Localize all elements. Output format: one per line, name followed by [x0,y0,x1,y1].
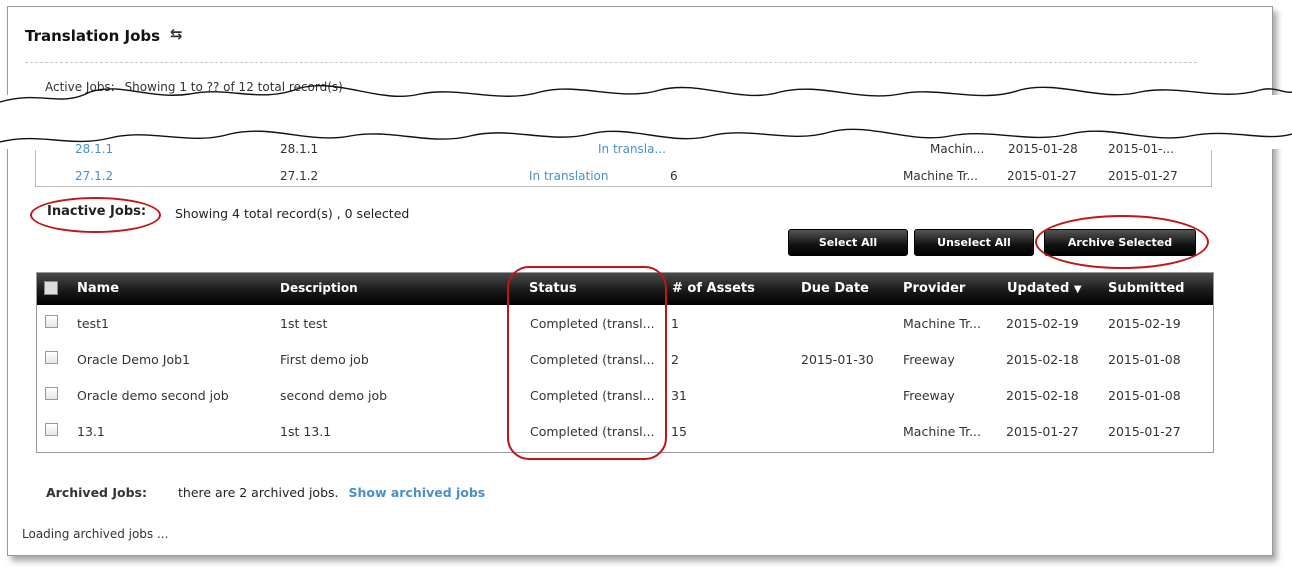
job-status-link[interactable]: Completed (transl... [530,352,655,367]
job-updated: 2015-01-27 [1006,424,1079,439]
job-description: 1st 13.1 [280,424,332,439]
job-provider: Machine Tr... [903,316,982,331]
active-job-description: 27.1.2 [280,169,319,183]
active-table-border-left [35,150,36,187]
job-submitted: 2015-01-08 [1108,352,1181,367]
archived-jobs-count: there are 2 archived jobs. [178,485,339,500]
column-assets[interactable]: # of Assets [672,281,755,296]
refresh-icon[interactable]: ⇆ [170,25,183,43]
job-due-date: 2015-01-30 [801,352,874,367]
job-submitted: 2015-02-19 [1108,316,1181,331]
job-provider: Machine Tr... [903,424,982,439]
job-assets: 2 [671,352,679,367]
loading-status: Loading archived jobs ... [22,527,169,541]
column-submitted[interactable]: Submitted [1108,281,1184,296]
active-job-assets: 6 [670,169,678,183]
job-description: First demo job [280,352,369,367]
active-table-bottom-border [35,186,1211,187]
show-archived-jobs-link[interactable]: Show archived jobs [348,485,485,500]
active-job-status[interactable]: In translation [529,169,608,183]
divider [25,62,1197,63]
job-name-link[interactable]: test1 [77,316,109,331]
table-header: Name Description Status # of Assets Due … [37,273,1213,305]
job-updated: 2015-02-18 [1006,352,1079,367]
job-status-link[interactable]: Completed (transl... [530,424,655,439]
caret-down-icon: ▼ [1073,284,1082,295]
column-description[interactable]: Description [280,281,358,295]
unselect-all-button[interactable]: Unselect All [914,229,1034,256]
inactive-jobs-label: Inactive Jobs: [47,204,147,219]
active-job-updated: 2015-01-28 [1008,142,1078,156]
table-row: Oracle demo second job second demo job C… [37,379,1213,415]
active-job-status[interactable]: In transla... [598,142,666,156]
job-assets: 1 [671,316,679,331]
job-provider: Freeway [903,388,955,403]
row-checkbox[interactable] [45,351,58,364]
active-job-submitted: 2015-01-27 [1108,169,1178,183]
active-job-provider: Machine Tr... [903,169,978,183]
archive-selected-button[interactable]: Archive Selected [1044,229,1196,256]
row-checkbox[interactable] [45,423,58,436]
torn-edge [0,84,1292,143]
active-job-submitted: 2015-01-... [1108,142,1174,156]
job-name-link[interactable]: Oracle Demo Job1 [77,352,190,367]
table-row: test1 1st test Completed (transl... 1 Ma… [37,307,1213,343]
table-row: 13.1 1st 13.1 Completed (transl... 15 Ma… [37,415,1213,451]
select-all-checkbox[interactable] [44,281,58,295]
active-job-provider: Machin... [930,142,985,156]
column-status[interactable]: Status [529,281,577,296]
table-row: Oracle Demo Job1 First demo job Complete… [37,343,1213,379]
job-submitted: 2015-01-08 [1108,388,1181,403]
job-assets: 31 [671,388,687,403]
row-checkbox[interactable] [45,315,58,328]
job-description: 1st test [280,316,328,331]
job-description: second demo job [280,388,388,403]
inactive-jobs-table: Name Description Status # of Assets Due … [36,272,1214,453]
column-name[interactable]: Name [77,281,119,296]
column-due-date[interactable]: Due Date [801,281,869,296]
active-job-description: 28.1.1 [280,142,319,156]
job-status-link[interactable]: Completed (transl... [530,388,655,403]
job-status-link[interactable]: Completed (transl... [530,316,655,331]
column-updated[interactable]: Updated ▼ [1007,281,1082,296]
archived-jobs-info: there are 2 archived jobs. Show archived… [178,485,485,500]
active-job-name[interactable]: 28.1.1 [75,142,113,156]
inactive-jobs-info: Showing 4 total record(s) , 0 selected [175,206,410,221]
job-name-link[interactable]: 13.1 [77,424,105,439]
column-updated-label: Updated [1007,281,1070,296]
active-job-updated: 2015-01-27 [1007,169,1077,183]
page-title: Translation Jobs [25,27,161,45]
job-updated: 2015-02-19 [1006,316,1079,331]
select-all-button[interactable]: Select All [788,229,908,256]
job-assets: 15 [671,424,687,439]
job-submitted: 2015-01-27 [1108,424,1181,439]
job-name-link[interactable]: Oracle demo second job [77,388,229,403]
archived-jobs-label: Archived Jobs: [46,485,147,500]
row-checkbox[interactable] [45,387,58,400]
job-provider: Freeway [903,352,955,367]
active-job-name[interactable]: 27.1.2 [75,169,113,183]
job-updated: 2015-02-18 [1006,388,1079,403]
column-provider[interactable]: Provider [903,281,965,296]
active-table-border-right [1211,150,1212,187]
